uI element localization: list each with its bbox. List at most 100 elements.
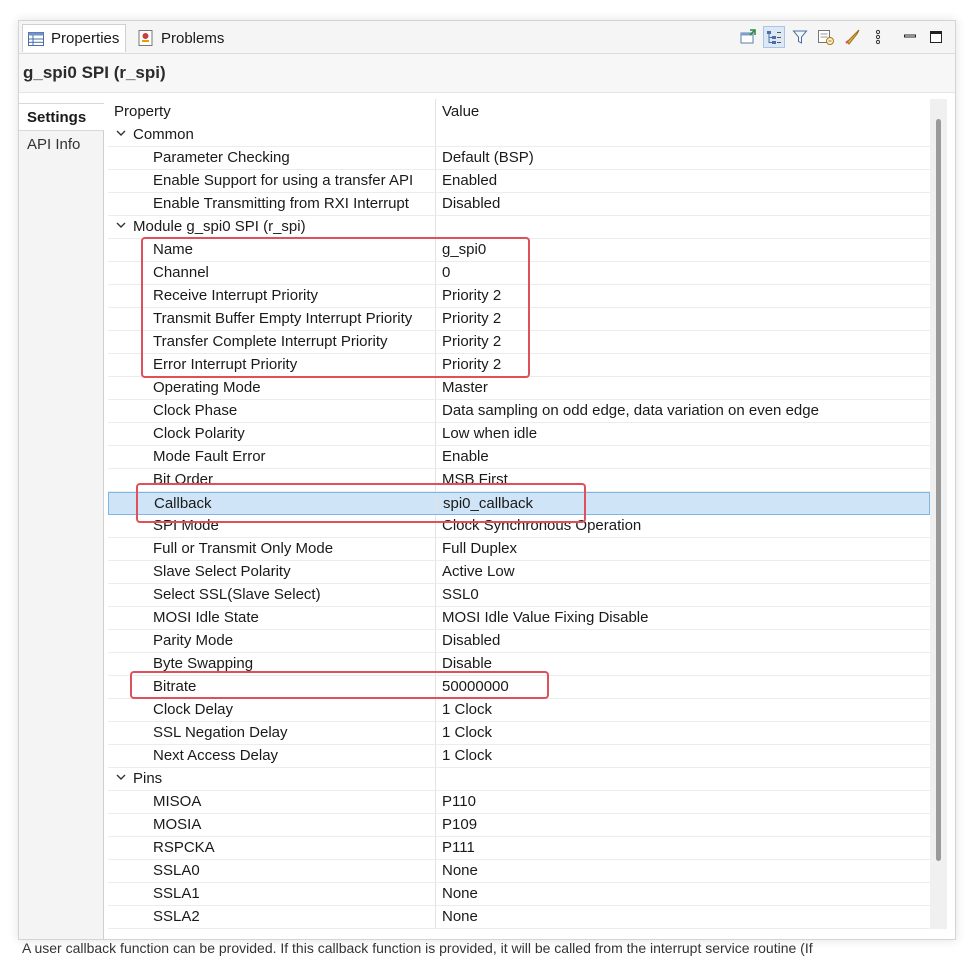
table-row[interactable]: Bitrate 50000000 [108,676,930,699]
table-row[interactable]: Error Interrupt Priority Priority 2 [108,354,930,377]
column-divider[interactable] [435,99,436,124]
side-tab-settings[interactable]: Settings [19,103,104,131]
property-value[interactable]: Enabled [442,170,928,192]
property-value[interactable]: None [442,860,928,882]
property-value[interactable]: Priority 2 [442,331,928,353]
table-row[interactable]: SSLA0 None [108,860,930,883]
vertical-scrollbar[interactable] [930,99,947,929]
property-name: Mode Fault Error [153,448,266,465]
table-row-selected[interactable]: Callback spi0_callback [108,492,930,515]
minimize-icon[interactable] [899,26,921,48]
table-row[interactable]: SSL Negation Delay 1 Clock [108,722,930,745]
group-label: Module g_spi0 SPI (r_spi) [133,218,306,235]
problems-icon [137,29,155,47]
table-row[interactable]: RSPCKA P111 [108,837,930,860]
table-row[interactable]: Receive Interrupt Priority Priority 2 [108,285,930,308]
chevron-down-icon[interactable] [115,216,127,238]
property-value[interactable]: Data sampling on odd edge, data variatio… [442,400,928,422]
table-row[interactable]: Parity Mode Disabled [108,630,930,653]
property-value[interactable]: Active Low [442,561,928,583]
scrollbar-thumb[interactable] [936,119,941,861]
property-value[interactable]: Disabled [442,193,928,215]
table-row[interactable]: Bit Order MSB First [108,469,930,492]
property-value[interactable]: P111 [442,837,928,859]
advanced-icon[interactable] [815,26,837,48]
property-name: Bitrate [153,678,197,695]
property-value[interactable]: P109 [442,814,928,836]
property-value[interactable]: SSL0 [442,584,928,606]
property-value[interactable]: 1 Clock [442,699,928,721]
tab-problems[interactable]: Problems [137,24,224,52]
property-name: SSLA0 [153,862,200,879]
table-row[interactable]: Clock Polarity Low when idle [108,423,930,446]
table-row[interactable]: Mode Fault Error Enable [108,446,930,469]
property-value[interactable]: Disabled [442,630,928,652]
property-value[interactable]: Disable [442,653,928,675]
table-row[interactable]: Operating Mode Master [108,377,930,400]
property-value[interactable]: Low when idle [442,423,928,445]
table-row[interactable]: Next Access Delay 1 Clock [108,745,930,768]
property-value[interactable]: Default (BSP) [442,147,928,169]
property-value[interactable]: Clock Synchronous Operation [442,515,928,537]
table-row[interactable]: SPI Mode Clock Synchronous Operation [108,515,930,538]
table-row[interactable]: MOSIA P109 [108,814,930,837]
table-row[interactable]: SSLA1 None [108,883,930,906]
property-name: Parameter Checking [153,149,290,166]
menu-icon[interactable] [867,26,889,48]
pin-icon[interactable] [737,26,759,48]
table-row[interactable]: Transfer Complete Interrupt Priority Prio… [108,331,930,354]
property-value[interactable]: spi0_callback [443,493,929,515]
table-row[interactable]: Enable Transmitting from RXI Interrupt Di… [108,193,930,216]
maximize-icon[interactable] [925,26,947,48]
property-name: Enable Support for using a transfer API [153,172,414,189]
property-value[interactable]: 1 Clock [442,745,928,767]
property-value[interactable]: MSB First [442,469,928,491]
table-row[interactable]: Slave Select Polarity Active Low [108,561,930,584]
properties-view: Properties Problems g_spi0 SPI (r_spi) S… [18,20,956,940]
column-header-value[interactable]: Value [442,99,479,124]
property-value[interactable]: Priority 2 [442,285,928,307]
property-value[interactable]: 0 [442,262,928,284]
tab-properties[interactable]: Properties [22,24,127,52]
table-row[interactable]: Byte Swapping Disable [108,653,930,676]
property-name: SSLA2 [153,908,200,925]
property-value[interactable]: None [442,883,928,905]
property-value[interactable]: 1 Clock [442,722,928,744]
properties-table: Property Value Common Parameter Checking… [108,99,930,929]
table-row[interactable]: Transmit Buffer Empty Interrupt Priority… [108,308,930,331]
group-row-common[interactable]: Common [108,124,930,147]
property-value[interactable]: None [442,906,928,928]
tree-view-icon[interactable] [763,26,785,48]
property-value[interactable]: Priority 2 [442,354,928,376]
group-row-pins[interactable]: Pins [108,768,930,791]
chevron-down-icon[interactable] [115,768,127,790]
property-value[interactable]: g_spi0 [442,239,928,261]
property-value[interactable]: Master [442,377,928,399]
property-value[interactable]: Full Duplex [442,538,928,560]
property-name: Channel [153,264,209,281]
group-row-module[interactable]: Module g_spi0 SPI (r_spi) [108,216,930,239]
table-row[interactable]: Enable Support for using a transfer API E… [108,170,930,193]
column-header-property[interactable]: Property [114,99,171,124]
properties-table-icon [27,30,45,48]
property-value[interactable]: Priority 2 [442,308,928,330]
table-row[interactable]: Channel 0 [108,262,930,285]
property-value[interactable]: 50000000 [442,676,928,698]
chevron-down-icon[interactable] [115,124,127,146]
table-row[interactable]: Parameter Checking Default (BSP) [108,147,930,170]
rocket-icon[interactable] [841,26,863,48]
table-row[interactable]: Clock Delay 1 Clock [108,699,930,722]
table-row[interactable]: Full or Transmit Only Mode Full Duplex [108,538,930,561]
table-row[interactable]: MISOA P110 [108,791,930,814]
filter-icon[interactable] [789,26,811,48]
property-name: Next Access Delay [153,747,279,764]
side-tab-api-info[interactable]: API Info [19,131,103,157]
property-value[interactable]: P110 [442,791,928,813]
property-value[interactable]: MOSI Idle Value Fixing Disable [442,607,928,629]
table-row[interactable]: MOSI Idle State MOSI Idle Value Fixing Di… [108,607,930,630]
table-row[interactable]: Name g_spi0 [108,239,930,262]
table-row[interactable]: Select SSL(Slave Select) SSL0 [108,584,930,607]
table-row[interactable]: Clock Phase Data sampling on odd edge, da… [108,400,930,423]
table-row[interactable]: SSLA2 None [108,906,930,929]
property-value[interactable]: Enable [442,446,928,468]
